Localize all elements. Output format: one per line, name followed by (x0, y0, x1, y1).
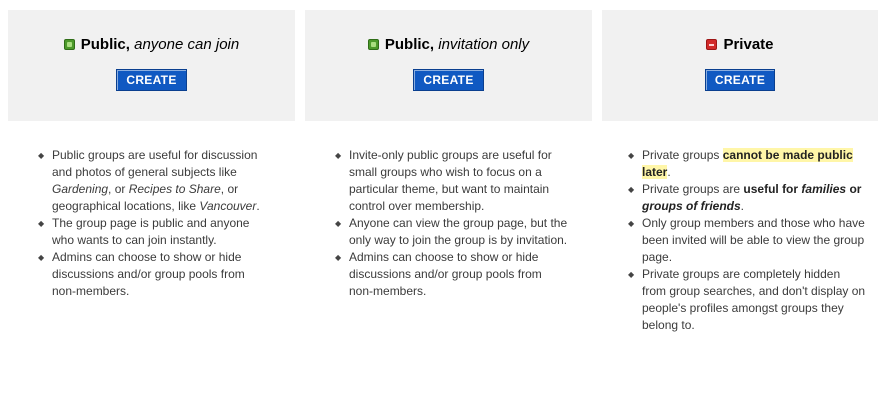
public-open-bullets: Public groups are useful for discussion … (8, 147, 272, 300)
private-title-text: Private (723, 35, 774, 53)
group-type-chooser: Public, anyone can join CREATE Public gr… (0, 0, 880, 398)
public-open-title-em: anyone can join (134, 35, 240, 53)
public-invite-panel: Public, invitation only CREATE (305, 10, 592, 121)
list-item: Private groups cannot be made public lat… (628, 147, 866, 181)
list-item: Admins can choose to show or hide discus… (335, 249, 569, 300)
list-item: The group page is public and anyone who … (38, 215, 272, 249)
list-item: Invite-only public groups are useful for… (335, 147, 569, 215)
private-bullets: Private groups cannot be made public lat… (602, 147, 866, 334)
red-minus-icon (706, 38, 718, 50)
create-public-open-button[interactable]: CREATE (116, 68, 187, 91)
public-open-panel: Public, anyone can join CREATE (8, 10, 295, 121)
list-item: Private groups are completely hidden fro… (628, 266, 866, 334)
list-item: Private groups are useful for families o… (628, 181, 866, 215)
list-item: Anyone can view the group page, but the … (335, 215, 569, 249)
public-invite-title: Public, invitation only (367, 34, 530, 54)
private-column: Private CREATE Private groups cannot be … (602, 10, 878, 334)
public-invite-title-em: invitation only (438, 35, 530, 53)
private-panel: Private CREATE (602, 10, 878, 121)
public-invite-column: Public, invitation only CREATE Invite-on… (305, 10, 592, 300)
public-open-title-main: Public, (80, 35, 130, 53)
list-item: Public groups are useful for discussion … (38, 147, 272, 215)
public-open-title: Public, anyone can join (63, 34, 240, 54)
create-public-invite-button[interactable]: CREATE (413, 68, 484, 91)
green-square-icon (63, 38, 75, 50)
list-item: Only group members and those who have be… (628, 215, 866, 266)
private-title: Private (706, 34, 774, 54)
create-private-button[interactable]: CREATE (704, 68, 776, 91)
public-invite-title-main: Public, (384, 35, 435, 53)
public-open-column: Public, anyone can join CREATE Public gr… (8, 10, 295, 300)
public-invite-bullets: Invite-only public groups are useful for… (305, 147, 569, 300)
green-square-icon (367, 38, 379, 50)
list-item: Admins can choose to show or hide discus… (38, 249, 272, 300)
